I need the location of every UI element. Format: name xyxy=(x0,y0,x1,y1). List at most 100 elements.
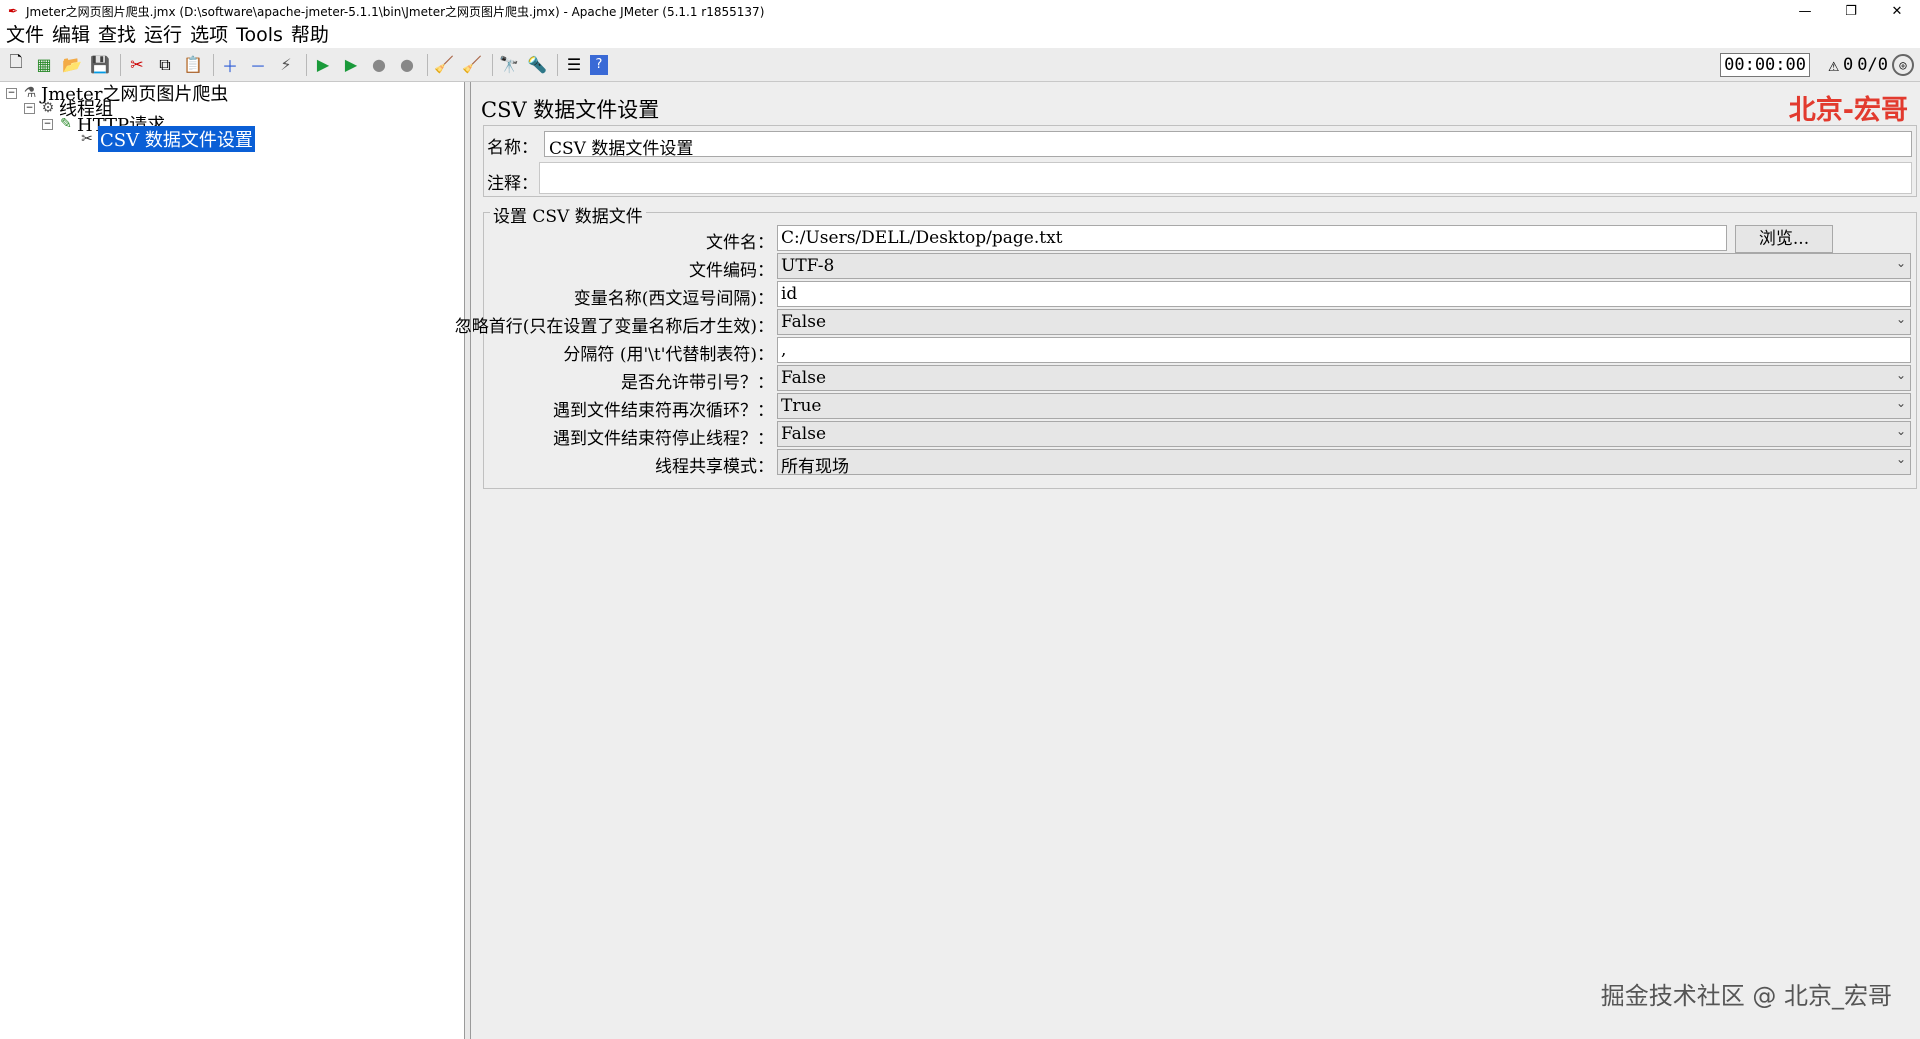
stop-icon[interactable]: ● xyxy=(367,53,391,77)
menu-help[interactable]: 帮助 xyxy=(289,22,335,48)
page-title: CSV 数据文件设置 xyxy=(481,98,660,122)
window-title: Jmeter之网页图片爬虫.jmx (D:\software\apache-jm… xyxy=(26,4,765,19)
menu-options[interactable]: 选项 xyxy=(188,22,234,48)
browse-button[interactable]: 浏览... xyxy=(1735,225,1833,253)
row-recycle-on-eof: 遇到文件结束符再次循环？： True ⌄ xyxy=(484,393,1918,421)
expand-icon[interactable]: ＋ xyxy=(218,53,242,77)
filename-label: 文件名： xyxy=(706,233,774,253)
toggle-icon[interactable]: ⚡ xyxy=(274,53,298,77)
row-stop-on-eof: 遇到文件结束符停止线程？： False ⌄ xyxy=(484,421,1918,449)
encoding-value: UTF-8 xyxy=(781,256,835,276)
row-encoding: 文件编码： UTF-8 ⌄ xyxy=(484,253,1918,281)
warning-count: 0 xyxy=(1843,55,1854,75)
start-no-pauses-icon[interactable]: ▶ xyxy=(339,53,363,77)
search-icon[interactable]: 🔭 xyxy=(497,53,521,77)
toolbar-separator xyxy=(557,53,558,76)
name-label: 名称： xyxy=(487,138,538,158)
name-comment-section: 名称： CSV 数据文件设置 注释： xyxy=(483,125,1917,197)
row-sharing-mode: 线程共享模式： 所有现场 ⌄ xyxy=(484,449,1918,477)
status-indicators: ⚠ 0 0/0 ◎ xyxy=(1828,53,1914,77)
collapse-toggle-icon[interactable]: − xyxy=(6,87,17,99)
toolbar: 🗋 ▦ 📂 💾 ✂ ⧉ 📋 ＋ － ⚡ ▶ ▶ ● ● 🧹 🧹 🔭 🔦 ☰ ? … xyxy=(0,48,1920,82)
toolbar-separator xyxy=(306,53,307,76)
menu-search[interactable]: 查找 xyxy=(96,22,142,48)
new-icon[interactable]: 🗋 xyxy=(4,52,28,77)
delimiter-label: 分隔符 (用'\t'代替制表符)： xyxy=(563,345,774,365)
stop-on-eof-label: 遇到文件结束符停止线程？： xyxy=(553,429,774,449)
collapse-icon[interactable]: － xyxy=(246,53,270,77)
config-panel: CSV 数据文件设置 北京-宏哥 名称： CSV 数据文件设置 注释： 设置 C… xyxy=(455,82,1920,1039)
close-button[interactable]: ✕ xyxy=(1874,0,1920,22)
sharing-mode-label: 线程共享模式： xyxy=(655,457,774,477)
toolbar-separator xyxy=(213,53,214,76)
ignore-first-line-label: 忽略首行(只在设置了变量名称后才生效)： xyxy=(454,317,774,337)
collapse-toggle-icon[interactable]: − xyxy=(42,118,53,130)
variable-names-field[interactable]: id xyxy=(777,281,1911,307)
comment-label: 注释： xyxy=(487,174,538,194)
menu-bar: 文件 编辑 查找 运行 选项 Tools 帮助 xyxy=(0,22,1920,48)
menu-tools[interactable]: Tools xyxy=(234,22,289,48)
row-delimiter: 分隔符 (用'\t'代替制表符)： , xyxy=(484,337,1918,365)
elapsed-timer: 00:00:00 xyxy=(1720,53,1810,77)
chevron-down-icon: ⌄ xyxy=(1895,424,1906,438)
filename-field[interactable]: C:/Users/DELL/Desktop/page.txt xyxy=(777,225,1727,251)
start-icon[interactable]: ▶ xyxy=(311,53,335,77)
toolbar-separator xyxy=(120,53,121,76)
restore-button[interactable]: ❐ xyxy=(1828,0,1874,22)
sharing-mode-value: 所有现场 xyxy=(781,457,849,477)
templates-icon[interactable]: ▦ xyxy=(32,53,56,77)
function-helper-icon[interactable]: ☰ xyxy=(562,53,586,77)
tree-label-csv-config: CSV 数据文件设置 xyxy=(98,126,255,152)
recycle-on-eof-label: 遇到文件结束符再次循环？： xyxy=(553,401,774,421)
tree-node-root[interactable]: − ⚗ Jmeter之网页图片爬虫 xyxy=(6,84,228,105)
comment-field[interactable] xyxy=(539,162,1912,194)
sharing-mode-select[interactable]: 所有现场 ⌄ xyxy=(777,449,1911,477)
toolbar-separator xyxy=(427,53,428,76)
scissors-icon: ✂ xyxy=(81,131,93,147)
remote-status-icon: ◎ xyxy=(1892,54,1914,76)
menu-file[interactable]: 文件 xyxy=(4,22,50,48)
shutdown-icon[interactable]: ● xyxy=(395,53,419,77)
ignore-first-line-value: False xyxy=(781,312,826,332)
paste-icon[interactable]: 📋 xyxy=(181,53,205,77)
pencil-icon: ✎ xyxy=(60,116,72,132)
tree-node-csv-config[interactable]: ✂ CSV 数据文件设置 xyxy=(78,126,255,152)
allow-quoted-label: 是否允许带引号？： xyxy=(621,373,774,393)
row-variable-names: 变量名称(西文逗号间隔)： id xyxy=(484,281,1918,309)
title-bar: ✒ Jmeter之网页图片爬虫.jmx (D:\software\apache-… xyxy=(0,0,1920,22)
row-filename: 文件名： C:/Users/DELL/Desktop/page.txt 浏览..… xyxy=(484,225,1918,253)
recycle-on-eof-select[interactable]: True ⌄ xyxy=(777,393,1911,419)
test-plan-tree: − ⚗ Jmeter之网页图片爬虫 − ⚙ 线程组 − ✎ HTTP请求 ✂ C… xyxy=(0,82,465,1039)
csv-settings-group: 设置 CSV 数据文件 文件名： C:/Users/DELL/Desktop/p… xyxy=(455,202,1918,489)
chevron-down-icon: ⌄ xyxy=(1895,368,1906,382)
open-icon[interactable]: 📂 xyxy=(60,53,84,77)
clear-all-icon[interactable]: 🧹 xyxy=(460,53,484,77)
cut-icon[interactable]: ✂ xyxy=(125,53,149,77)
collapse-toggle-icon[interactable]: − xyxy=(24,102,35,114)
encoding-select[interactable]: UTF-8 ⌄ xyxy=(777,253,1911,279)
menu-run[interactable]: 运行 xyxy=(142,22,188,48)
stop-on-eof-select[interactable]: False ⌄ xyxy=(777,421,1911,447)
help-icon[interactable]: ? xyxy=(590,54,608,75)
chevron-down-icon: ⌄ xyxy=(1895,452,1906,466)
allow-quoted-value: False xyxy=(781,368,826,388)
reset-search-icon[interactable]: 🔦 xyxy=(525,53,549,77)
name-field[interactable]: CSV 数据文件设置 xyxy=(544,131,1912,159)
recycle-on-eof-value: True xyxy=(781,396,822,416)
group-title: 设置 CSV 数据文件 xyxy=(490,202,646,227)
save-icon[interactable]: 💾 xyxy=(88,53,112,77)
ignore-first-line-select[interactable]: False ⌄ xyxy=(777,309,1911,335)
clear-icon[interactable]: 🧹 xyxy=(432,53,456,77)
chevron-down-icon: ⌄ xyxy=(1895,256,1906,270)
row-allow-quoted: 是否允许带引号？： False ⌄ xyxy=(484,365,1918,393)
menu-edit[interactable]: 编辑 xyxy=(50,22,96,48)
encoding-label: 文件编码： xyxy=(689,261,774,281)
copy-icon[interactable]: ⧉ xyxy=(153,53,177,77)
warning-icon[interactable]: ⚠ xyxy=(1828,55,1839,76)
allow-quoted-select[interactable]: False ⌄ xyxy=(777,365,1911,391)
minimize-button[interactable]: — xyxy=(1782,0,1828,22)
chevron-down-icon: ⌄ xyxy=(1895,396,1906,410)
delimiter-field[interactable]: , xyxy=(777,337,1911,363)
toolbar-separator xyxy=(492,53,493,76)
test-plan-icon: ⚗ xyxy=(23,85,37,101)
